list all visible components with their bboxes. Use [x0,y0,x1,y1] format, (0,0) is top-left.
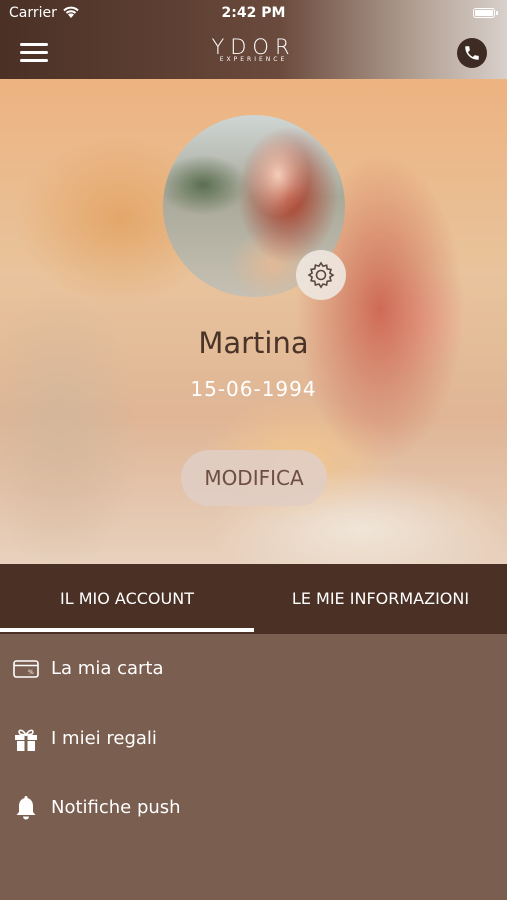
top-navigation-bar: YDOR EXPERIENCE [0,28,507,79]
bell-icon [16,796,36,820]
menu-item-my-gifts[interactable]: I miei regali [0,708,507,768]
user-name: Martina [198,326,309,360]
active-tab-indicator [0,628,254,632]
card-icon: % [13,660,39,678]
phone-icon [465,46,479,60]
gift-icon [15,729,37,751]
menu-item-label: I miei regali [51,728,157,749]
profile-header-background: Martina 15-06-1994 MODIFICA [0,79,507,564]
logo-subtitle: EXPERIENCE [219,56,288,63]
menu-item-label: La mia carta [51,658,164,679]
tab-my-information[interactable]: LE MIE INFORMAZIONI [254,564,507,634]
status-bar: Carrier 2:42 PM [0,0,507,28]
menu-item-my-card[interactable]: % La mia carta [0,638,507,698]
clock: 2:42 PM [221,5,286,21]
phone-call-button[interactable] [457,38,487,68]
user-birth-date: 15-06-1994 [190,377,317,401]
logo-text: YDOR [211,35,296,59]
tab-my-account[interactable]: IL MIO ACCOUNT [0,564,254,634]
svg-text:%: % [28,669,34,676]
battery-icon [473,8,498,18]
avatar-settings-button[interactable] [296,250,346,300]
menu-item-push-notifications[interactable]: Notifiche push [0,777,507,837]
gear-icon [307,261,335,289]
app-logo: YDOR EXPERIENCE [0,36,507,63]
account-menu-list: % La mia carta I miei regali Notifiche p… [0,634,507,900]
edit-profile-button[interactable]: MODIFICA [181,450,327,506]
menu-item-label: Notifiche push [51,797,181,818]
account-tabs: IL MIO ACCOUNT LE MIE INFORMAZIONI [0,564,507,634]
